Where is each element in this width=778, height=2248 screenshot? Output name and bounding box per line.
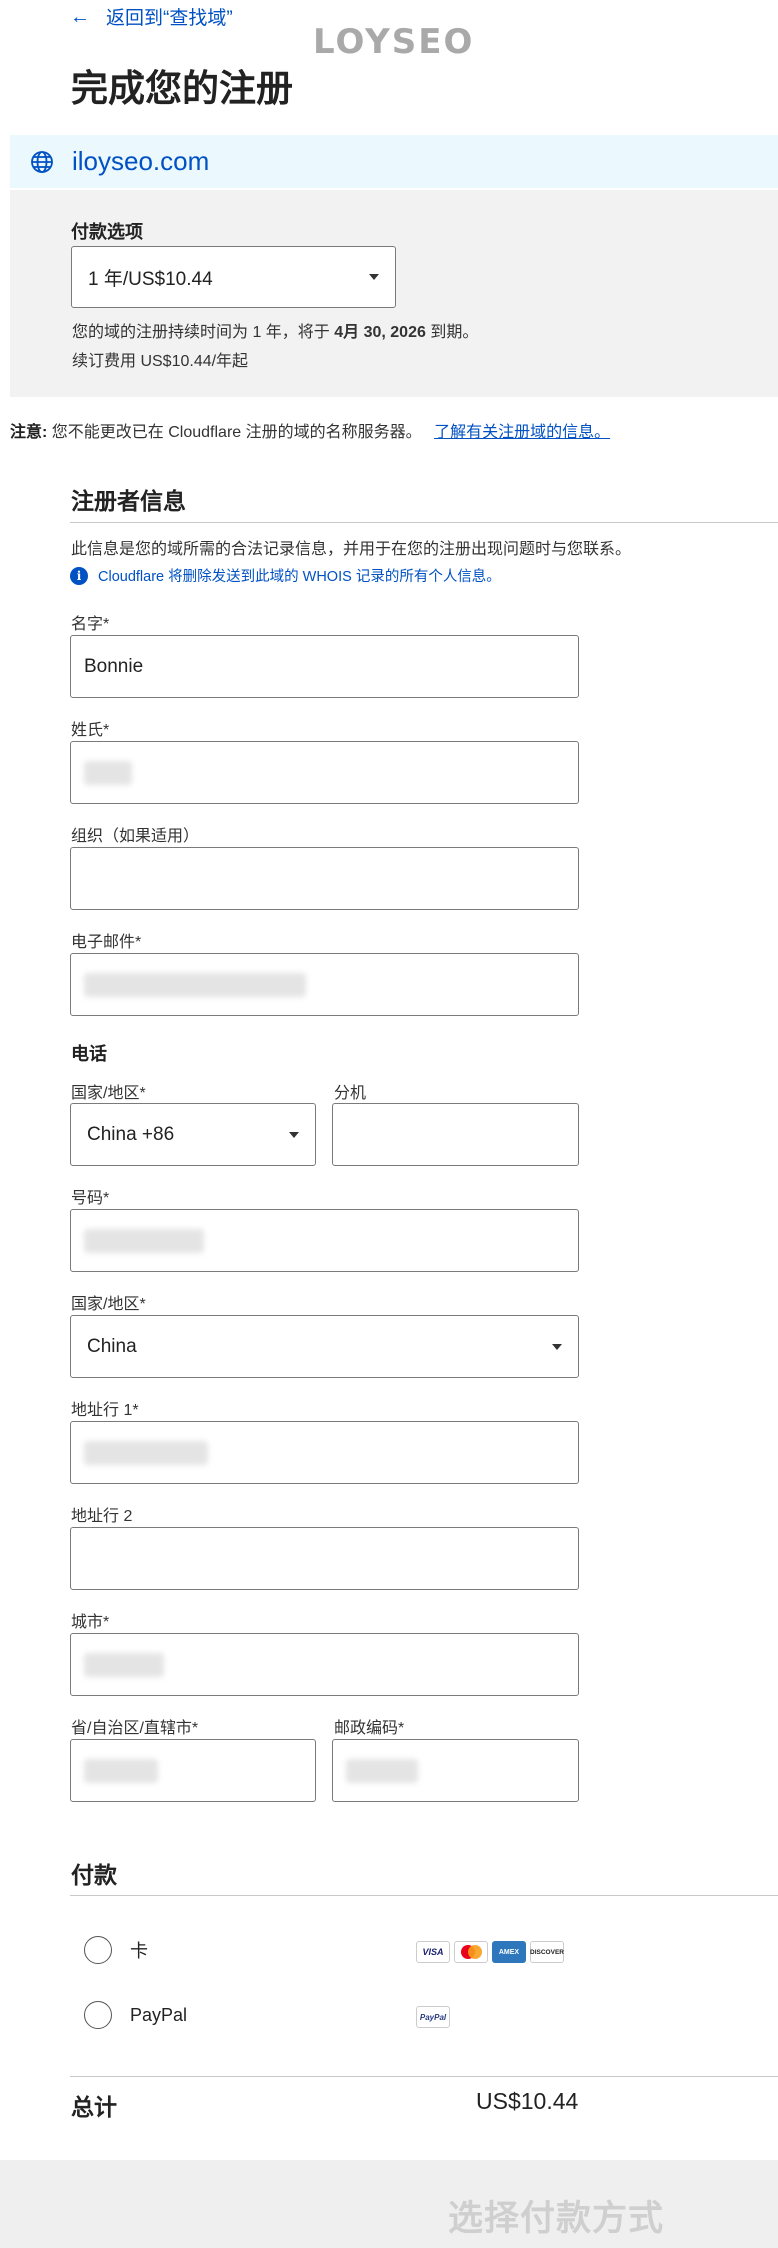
paypal-label: PayPal [130,2004,188,2025]
notice-text: 您不能更改已在 Cloudflare 注册的域的名称服务器。 [51,424,422,441]
amex-icon: AMEX [492,1941,526,1963]
phone-country-value: China +86 [87,1123,175,1145]
card-radio[interactable] [84,1936,112,1964]
chevron-down-icon [552,1343,562,1350]
province-input[interactable] [70,1739,316,1802]
globe-icon [31,150,53,173]
visa-icon: VISA [416,1941,450,1963]
expiry-date: 4月 30, 2026 [334,324,426,341]
last-name-label: 姓氏* [71,722,110,739]
org-input[interactable] [70,847,579,910]
back-link-label: 返回到“查找域” [106,8,233,29]
payment-option-card[interactable]: 卡 [84,1936,148,1964]
address2-label: 地址行 2 [71,1508,133,1525]
arrow-left-icon: ← [70,5,90,28]
postal-code-input[interactable] [332,1739,579,1802]
term-select-value: 1 年/US$10.44 [88,268,213,290]
redacted-value [84,1440,208,1465]
extension-input[interactable] [332,1103,579,1166]
address1-input[interactable] [70,1421,579,1484]
first-name-value: Bonnie [84,655,144,677]
first-name-label: 名字* [71,616,110,633]
total-value: US$10.44 [476,2088,579,2114]
last-name-input[interactable] [70,741,579,804]
redacted-value [84,1652,164,1677]
phone-country-label: 国家/地区* [71,1085,146,1102]
payment-option-paypal[interactable]: PayPal [84,2001,187,2029]
divider [70,1895,778,1896]
divider [70,522,778,523]
country-label: 国家/地区* [71,1296,146,1313]
total-label: 总计 [71,2094,117,2120]
postal-code-label: 邮政编码* [334,1720,405,1737]
discover-icon: DISCOVER [530,1941,564,1963]
phone-country-select[interactable]: China +86 [70,1103,316,1166]
domain-bar: iloyseo.com [10,135,778,188]
org-label: 组织（如果适用） [71,828,200,845]
redacted-value [84,972,306,997]
redacted-value [346,1758,418,1783]
payment-heading: 付款 [71,1862,117,1888]
mastercard-icon [454,1941,488,1963]
paypal-brand: PayPal [416,2006,450,2028]
registrant-heading: 注册者信息 [71,488,186,514]
phone-heading: 电话 [71,1044,107,1064]
payment-options-heading: 付款选项 [71,222,143,242]
email-input[interactable] [70,953,579,1016]
select-payment-button[interactable]: 选择付款方式 [448,2190,664,2241]
paypal-icon: PayPal [416,2006,450,2028]
first-name-input[interactable]: Bonnie [70,635,579,698]
page-title: 完成您的注册 [71,68,293,109]
watermark-logo: LOYSEO [313,22,475,62]
learn-more-link[interactable]: 了解有关注册域的信息。 [434,424,610,441]
renewal-text: 续订费用 US$10.44/年起 [72,353,249,370]
redacted-value [84,1228,204,1253]
extension-label: 分机 [334,1085,367,1102]
notice-label: 注意: [10,424,48,441]
registrant-description: 此信息是您的域所需的合法记录信息，并用于在您的注册出现问题时与您联系。 [71,541,632,558]
payment-options-panel: 付款选项 1 年/US$10.44 您的域的注册持续时间为 1 年，将于 4月 … [10,190,778,397]
province-label: 省/自治区/直辖市* [71,1720,199,1737]
address2-input[interactable] [70,1527,579,1590]
city-input[interactable] [70,1633,579,1696]
redacted-value [84,760,132,785]
nameserver-notice: 注意: 您不能更改已在 Cloudflare 注册的域的名称服务器。 了解有关注… [10,418,610,442]
term-select[interactable]: 1 年/US$10.44 [71,246,396,308]
chevron-down-icon [289,1131,299,1138]
phone-number-input[interactable] [70,1209,579,1272]
duration-text: 您的域的注册持续时间为 1 年，将于 4月 30, 2026 到期。 [72,324,479,341]
country-value: China [87,1335,137,1357]
divider [70,2076,778,2077]
back-link[interactable]: ← 返回到“查找域” [70,3,233,30]
city-label: 城市* [71,1614,110,1631]
address1-label: 地址行 1* [71,1402,139,1419]
country-select[interactable]: China [70,1315,579,1378]
card-label: 卡 [130,1941,148,1961]
chevron-down-icon [369,274,379,280]
card-brands: VISA AMEX DISCOVER [416,1941,564,1963]
redacted-value [84,1758,158,1783]
whois-info: i Cloudflare 将删除发送到此域的 WHOIS 记录的所有个人信息。 [70,565,501,586]
email-label: 电子邮件* [71,934,142,951]
phone-number-label: 号码* [71,1190,110,1207]
domain-name: iloyseo.com [72,146,210,176]
info-icon: i [70,566,88,585]
paypal-radio[interactable] [84,2001,112,2029]
